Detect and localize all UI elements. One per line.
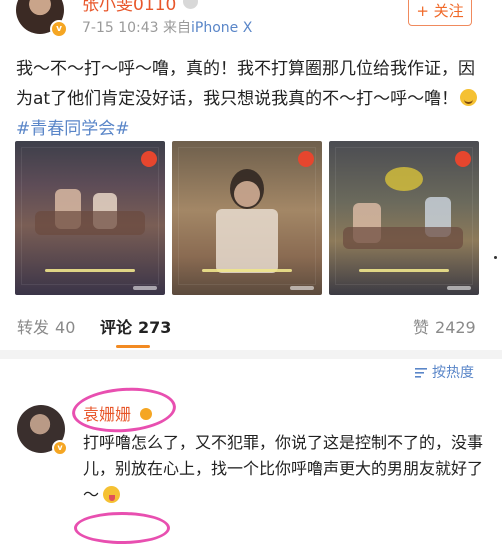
repost-count: 40	[55, 318, 76, 337]
post-image-2[interactable]	[172, 141, 322, 295]
verified-badge-icon: v	[50, 20, 68, 38]
post-text: 我～不～打～呼～噜，真的！我不打算圈那几位给我作证，因为at了他们肯定没好话，我…	[16, 54, 486, 144]
repost-button[interactable]: 转发 40	[17, 314, 75, 338]
post-from-label: 来自	[163, 20, 192, 36]
post-device[interactable]: iPhone X	[191, 20, 252, 36]
sofa-shape	[35, 211, 145, 235]
hashtag-link[interactable]: #青春同学会#	[16, 119, 130, 139]
smile-emoji-icon	[460, 89, 478, 106]
sort-label: 按热度	[432, 365, 474, 381]
post-header: v 张小斐0110 7-15 10:43 来自iPhone X + 关注	[0, 0, 502, 48]
post-body: 我～不～打～呼～噜，真的！我不打算圈那几位给我作证，因为at了他们肯定没好话，我…	[16, 59, 475, 109]
watermark	[447, 286, 471, 290]
sofa-shape	[343, 227, 463, 249]
post-date: 7-15 10:43	[82, 20, 159, 36]
post-image-3[interactable]	[329, 141, 479, 295]
repost-label: 转发	[17, 318, 50, 337]
like-label: 赞	[413, 318, 430, 337]
sort-lines-icon	[415, 368, 427, 378]
comment-label: 评论	[100, 318, 133, 337]
follow-button[interactable]: + 关注	[408, 0, 472, 26]
active-tab-indicator	[116, 345, 150, 348]
channel-logo-icon	[141, 151, 157, 167]
commenter-name[interactable]: 袁姗姗	[83, 401, 131, 425]
sort-hot-button[interactable]: 按热度	[415, 362, 474, 382]
commenter-verified-icon: v	[52, 440, 68, 456]
decorative-dot	[494, 256, 497, 259]
highlight-circle	[74, 512, 170, 544]
vip-icon	[140, 408, 152, 420]
subtitle-bar	[172, 269, 322, 279]
comment-count: 273	[138, 318, 172, 337]
comment-body: 打呼噜怎么了，又不犯罪，你说了这是控制不了的，没事儿，别放在心上，找一个比你呼噜…	[83, 433, 484, 504]
person-body	[216, 209, 278, 273]
comment-text: 打呼噜怎么了，又不犯罪，你说了这是控制不了的，没事儿，别放在心上，找一个比你呼噜…	[83, 430, 483, 508]
post-meta: 7-15 10:43 来自iPhone X	[82, 17, 252, 37]
section-divider	[0, 350, 502, 359]
post-actions: 转发 40 评论 273 赞 2429	[0, 314, 502, 340]
like-count: 2429	[435, 318, 476, 337]
author-name[interactable]: 张小斐0110	[82, 0, 176, 15]
person-face	[234, 181, 260, 207]
subtitle-bar	[15, 269, 165, 279]
post-image-1[interactable]	[15, 141, 165, 295]
subtitle-bar	[329, 269, 479, 279]
watermark	[133, 286, 157, 290]
member-level-icon	[183, 0, 198, 9]
thought-bubble	[385, 167, 423, 191]
tongue-emoji-icon	[103, 486, 121, 503]
like-button[interactable]: 赞 2429	[413, 314, 476, 338]
channel-logo-icon	[298, 151, 314, 167]
channel-logo-icon	[455, 151, 471, 167]
comment-tab[interactable]: 评论 273	[100, 314, 171, 338]
watermark	[290, 286, 314, 290]
